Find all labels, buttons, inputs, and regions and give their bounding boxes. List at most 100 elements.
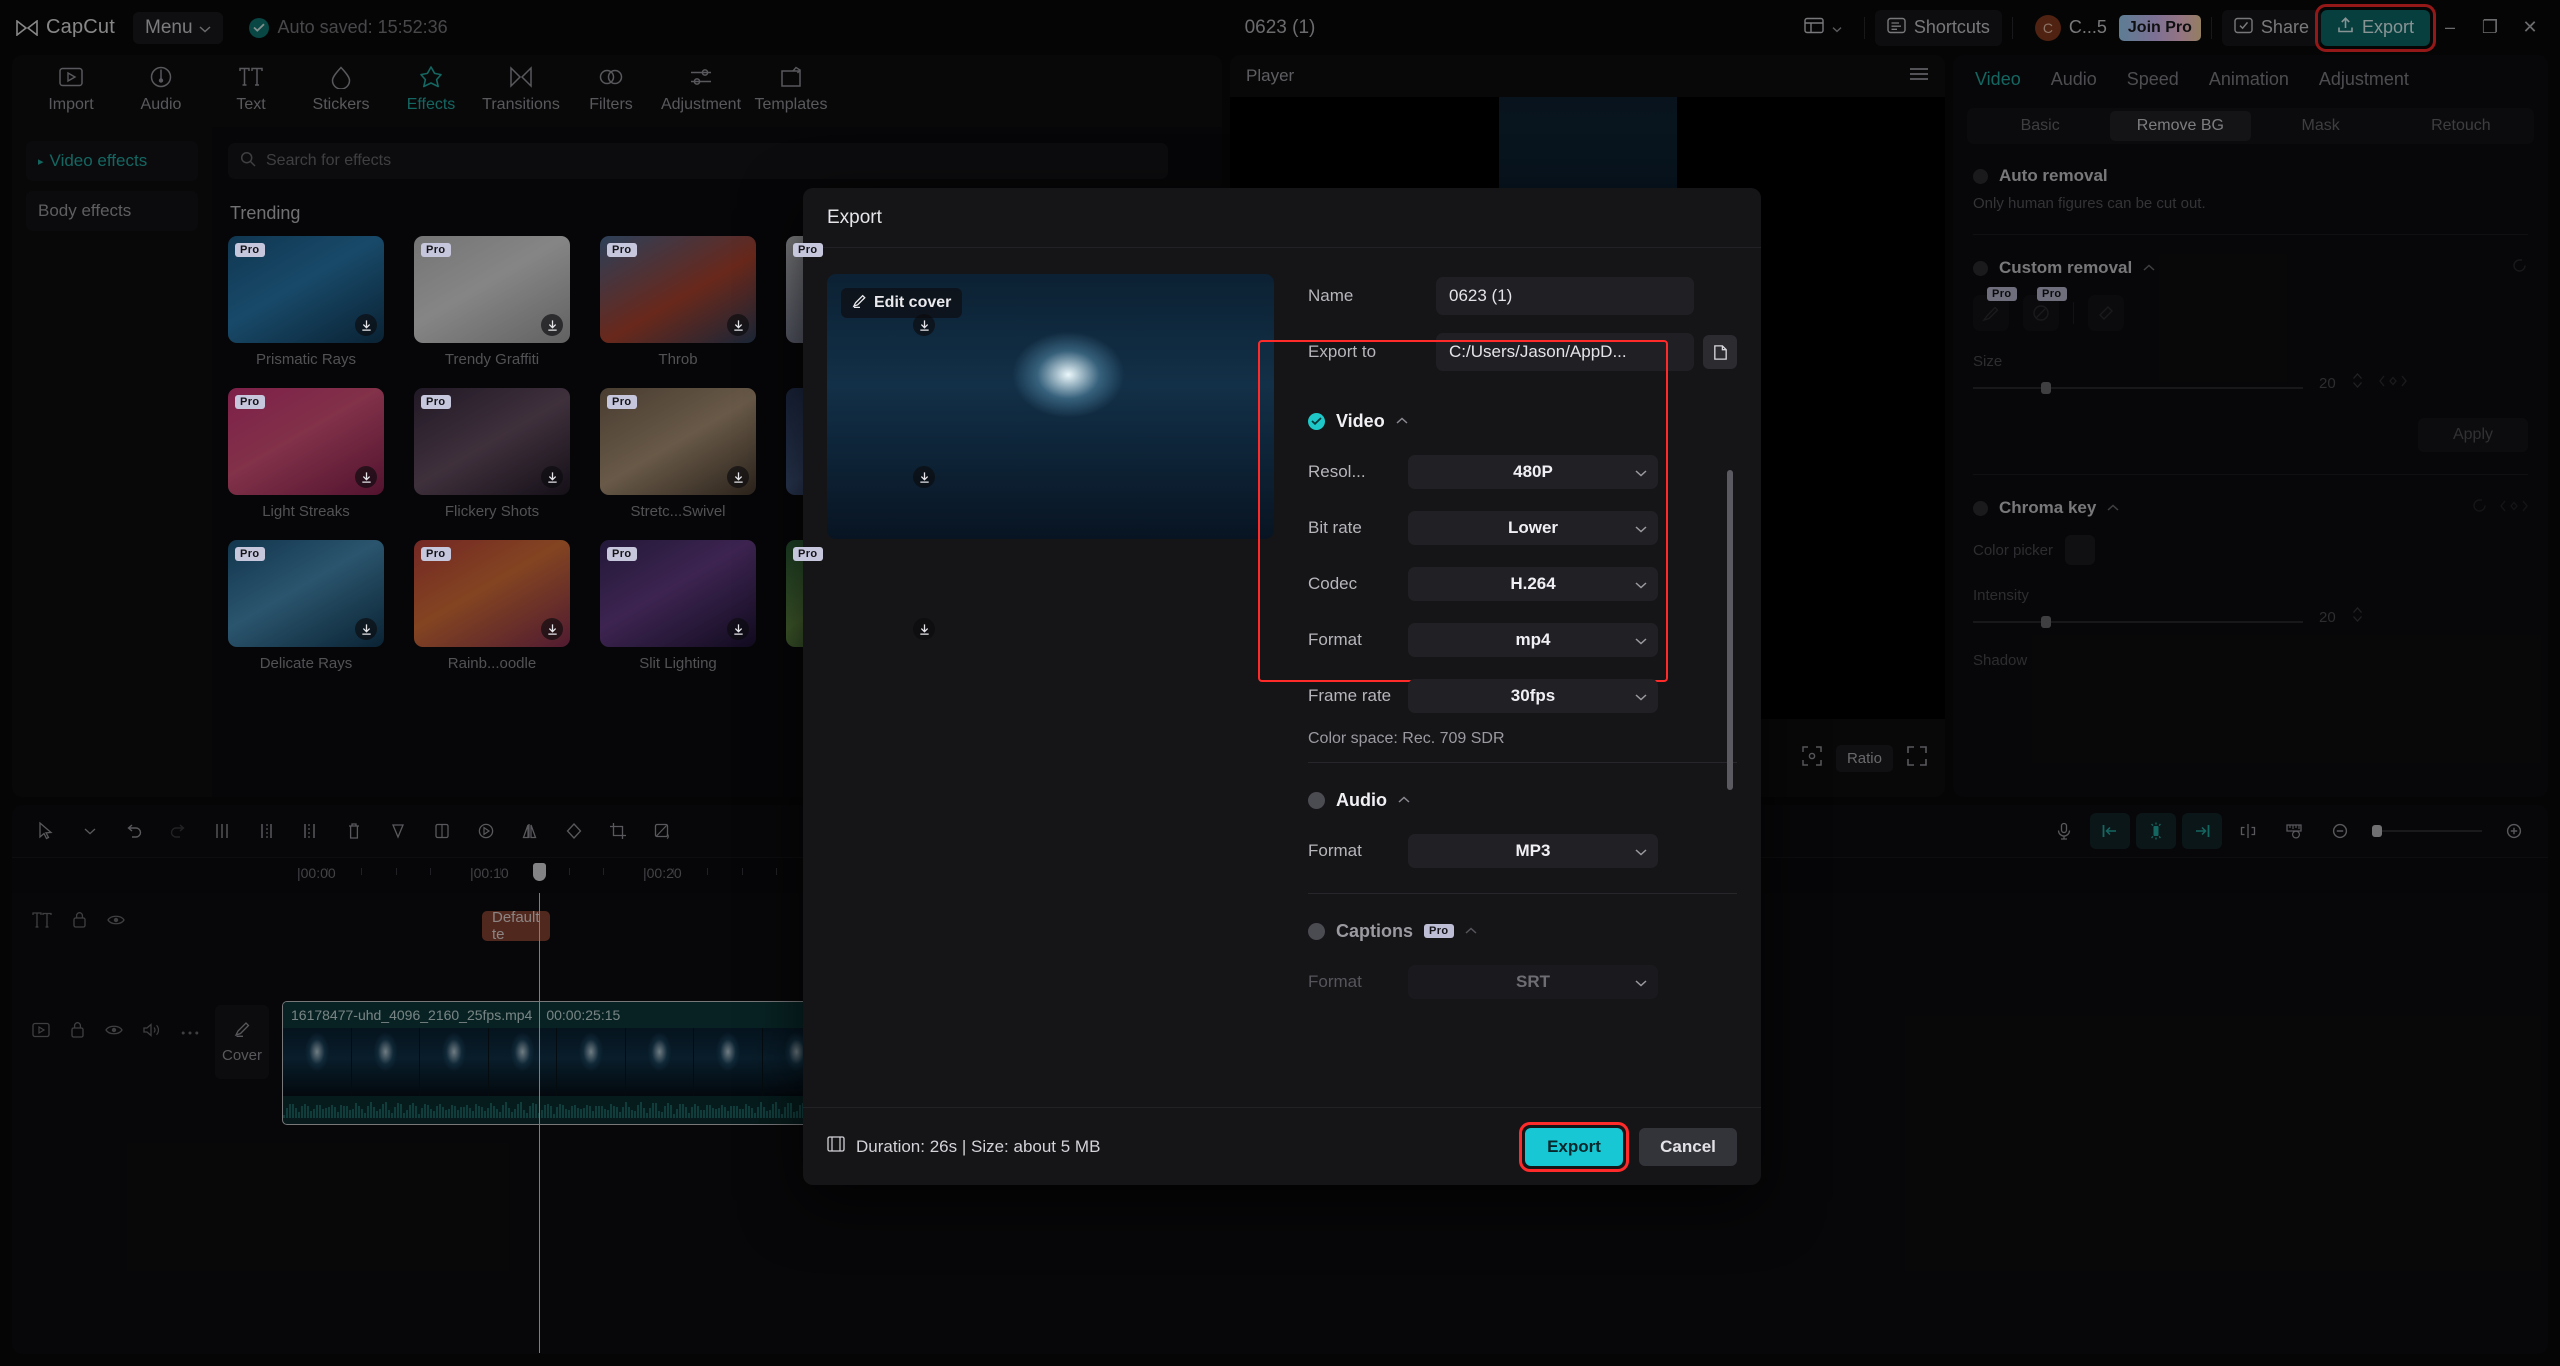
download-icon[interactable]: [727, 466, 749, 488]
video-format-dropdown[interactable]: mp4: [1408, 623, 1658, 657]
download-icon[interactable]: [913, 466, 935, 488]
chevron-down-icon: [1635, 462, 1647, 482]
pro-badge: Pro: [607, 395, 637, 409]
audio-settings: Audio Format MP3: [1308, 777, 1737, 879]
resolution-dropdown-value: 480P: [1513, 462, 1553, 482]
audio-group-label: Audio: [1336, 790, 1387, 811]
pro-badge: Pro: [1424, 924, 1454, 938]
captions-group-label: Captions: [1336, 921, 1413, 942]
chevron-up-icon[interactable]: [1465, 922, 1477, 940]
chevron-up-icon[interactable]: [1396, 412, 1408, 430]
pencil-icon: [852, 293, 867, 313]
export-confirm-button[interactable]: Export: [1525, 1128, 1623, 1166]
pro-badge: Pro: [793, 547, 823, 561]
codec-dropdown[interactable]: H.264: [1408, 567, 1658, 601]
pro-badge: Pro: [235, 395, 265, 409]
captions-format-dropdown-label: Format: [1308, 972, 1408, 992]
video-format-dropdown-row: Format mp4: [1308, 612, 1737, 668]
video-checkbox[interactable]: [1308, 413, 1325, 430]
duration-info: Duration: 26s | Size: about 5 MB: [827, 1135, 1100, 1158]
film-icon: [827, 1135, 845, 1158]
download-icon[interactable]: [727, 314, 749, 336]
settings-scrollbar[interactable]: [1727, 274, 1733, 1107]
audio-option-rows: Format MP3: [1308, 823, 1737, 879]
captions-settings: Captions Pro FormatSRT: [1308, 908, 1737, 1010]
cancel-button[interactable]: Cancel: [1639, 1128, 1737, 1166]
name-input[interactable]: 0623 (1): [1436, 277, 1694, 315]
bitrate-dropdown-value: Lower: [1508, 518, 1558, 538]
edit-cover-button[interactable]: Edit cover: [841, 288, 962, 318]
download-icon[interactable]: [727, 618, 749, 640]
duration-text: Duration: 26s | Size: about 5 MB: [856, 1137, 1100, 1157]
export-dialog: Export Edit cover Name 0623 (1) Export t…: [803, 188, 1761, 1185]
edit-cover-label: Edit cover: [874, 294, 951, 312]
capcut-window: CapCut Menu Auto saved: 15:52:36 0623 (1…: [0, 0, 2560, 1366]
bitrate-dropdown-label: Bit rate: [1308, 518, 1408, 538]
chevron-down-icon: [1635, 686, 1647, 706]
bitrate-dropdown[interactable]: Lower: [1408, 511, 1658, 545]
divider: [1308, 762, 1737, 763]
audio-format-dropdown-value: MP3: [1516, 841, 1551, 861]
codec-dropdown-label: Codec: [1308, 574, 1408, 594]
captions-option-rows: FormatSRT: [1308, 954, 1737, 1010]
download-icon[interactable]: [913, 314, 935, 336]
export-to-row: Export to C:/Users/Jason/AppD...: [1308, 330, 1737, 374]
export-to-input[interactable]: C:/Users/Jason/AppD...: [1436, 333, 1694, 371]
video-format-dropdown-value: mp4: [1516, 630, 1551, 650]
name-row: Name 0623 (1): [1308, 274, 1737, 318]
bitrate-dropdown-row: Bit rate Lower: [1308, 500, 1737, 556]
divider: [1308, 893, 1737, 894]
chevron-down-icon: [1635, 518, 1647, 538]
pro-badge: Pro: [235, 243, 265, 257]
chevron-down-icon: [1635, 574, 1647, 594]
color-space-text: Color space: Rec. 709 SDR: [1308, 724, 1737, 748]
download-icon[interactable]: [541, 466, 563, 488]
pro-badge: Pro: [421, 395, 451, 409]
chevron-down-icon: [1635, 630, 1647, 650]
audio-group-header[interactable]: Audio: [1308, 777, 1737, 823]
captions-checkbox[interactable]: [1308, 923, 1325, 940]
chevron-up-icon[interactable]: [1398, 791, 1410, 809]
video-option-rows: Resol...480P Bit rate Lower Codec H.264 Forma…: [1308, 444, 1737, 724]
pro-badge: Pro: [793, 243, 823, 257]
codec-dropdown-row: Codec H.264: [1308, 556, 1737, 612]
video-settings: Video Resol...480P Bit rate Lower Codec H.26…: [1308, 398, 1737, 748]
audio-format-dropdown-label: Format: [1308, 841, 1408, 861]
captions-format-dropdown[interactable]: SRT: [1408, 965, 1658, 999]
download-icon[interactable]: [355, 314, 377, 336]
export-dialog-footer: Duration: 26s | Size: about 5 MB Export …: [803, 1107, 1761, 1185]
video-group-header[interactable]: Video: [1308, 398, 1737, 444]
audio-format-dropdown-row: Format MP3: [1308, 823, 1737, 879]
export-confirm-highlight: Export: [1525, 1128, 1623, 1166]
captions-group-header[interactable]: Captions Pro: [1308, 908, 1737, 954]
download-icon[interactable]: [913, 618, 935, 640]
pro-badge: Pro: [421, 243, 451, 257]
pro-badge: Pro: [235, 547, 265, 561]
resolution-dropdown-row: Resol...480P: [1308, 444, 1737, 500]
cover-preview: Edit cover: [827, 274, 1274, 539]
download-icon[interactable]: [541, 618, 563, 640]
codec-dropdown-value: H.264: [1510, 574, 1555, 594]
framerate-dropdown-value: 30fps: [1511, 686, 1555, 706]
audio-format-dropdown[interactable]: MP3: [1408, 834, 1658, 868]
export-fields: Name 0623 (1) Export to C:/Users/Jason/A…: [1274, 274, 1737, 1107]
video-format-dropdown-label: Format: [1308, 630, 1408, 650]
audio-checkbox[interactable]: [1308, 792, 1325, 809]
pro-badge: Pro: [421, 547, 451, 561]
chevron-down-icon: [1635, 972, 1647, 992]
dialog-actions: Export Cancel: [1525, 1128, 1737, 1166]
download-icon[interactable]: [355, 466, 377, 488]
chevron-down-icon: [1635, 841, 1647, 861]
video-group-label: Video: [1336, 411, 1385, 432]
export-dialog-body: Edit cover Name 0623 (1) Export to C:/Us…: [803, 248, 1761, 1107]
framerate-dropdown-row: Frame rate30fps: [1308, 668, 1737, 724]
pro-badge: Pro: [607, 547, 637, 561]
download-icon[interactable]: [355, 618, 377, 640]
download-icon[interactable]: [541, 314, 563, 336]
name-label: Name: [1308, 286, 1436, 306]
resolution-dropdown[interactable]: 480P: [1408, 455, 1658, 489]
scrollbar-thumb[interactable]: [1727, 470, 1733, 790]
captions-format-dropdown-row: FormatSRT: [1308, 954, 1737, 1010]
export-to-label: Export to: [1308, 342, 1436, 362]
framerate-dropdown[interactable]: 30fps: [1408, 679, 1658, 713]
